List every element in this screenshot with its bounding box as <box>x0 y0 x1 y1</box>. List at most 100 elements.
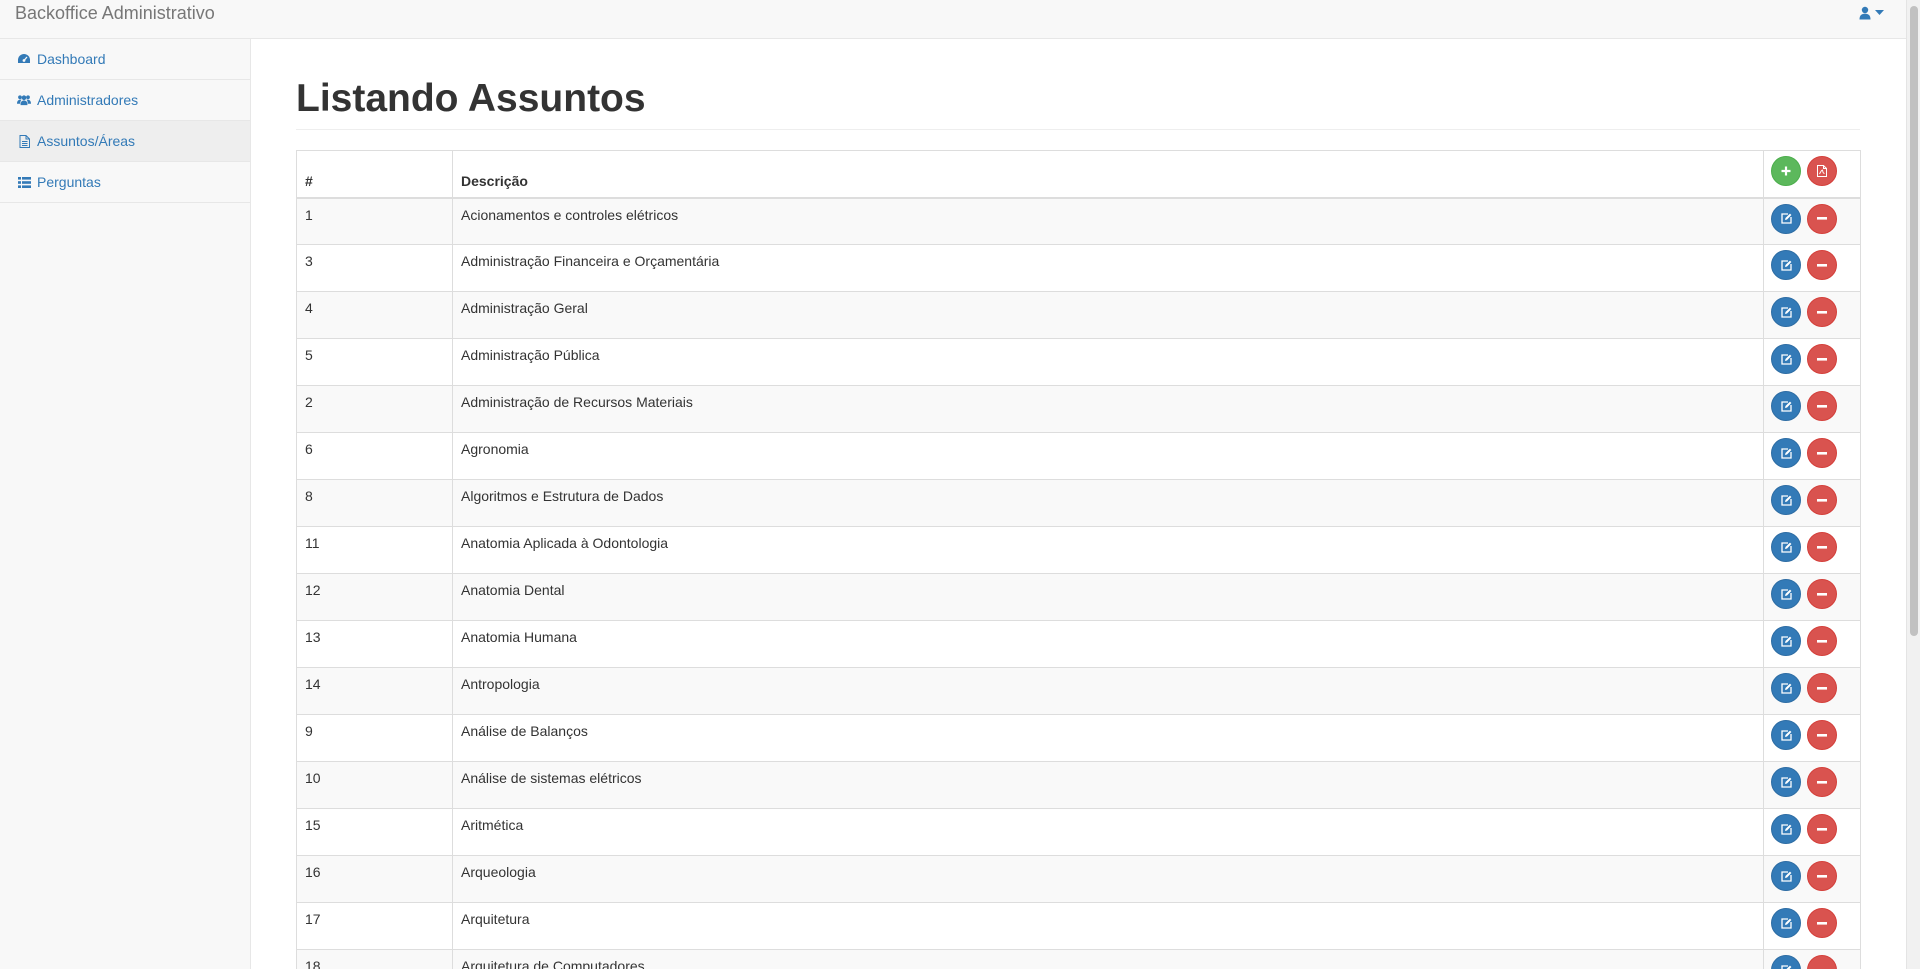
row-actions <box>1763 714 1861 762</box>
edit-button[interactable] <box>1771 720 1801 750</box>
delete-button[interactable] <box>1806 767 1837 797</box>
main-content: Listando Assuntos # Descrição 1 Acioname… <box>296 39 1861 969</box>
delete-button[interactable] <box>1806 579 1837 609</box>
top-navbar: Backoffice Administrativo <box>0 0 1906 39</box>
table-row: 14 Antropologia <box>296 667 1861 715</box>
sidebar: Dashboard Administradores Assuntos/Áreas… <box>0 39 251 969</box>
edit-button[interactable] <box>1771 438 1801 468</box>
delete-button[interactable] <box>1806 485 1837 515</box>
edit-button[interactable] <box>1771 250 1801 280</box>
delete-button[interactable] <box>1806 673 1837 703</box>
row-description: Anatomia Humana <box>452 620 1764 668</box>
edit-button[interactable] <box>1771 814 1801 844</box>
sidebar-item-label: Perguntas <box>37 174 101 190</box>
row-description: Administração de Recursos Materiais <box>452 385 1764 433</box>
row-description: Anatomia Dental <box>452 573 1764 621</box>
minus-icon <box>1816 592 1827 596</box>
sidebar-item-dashboard[interactable]: Dashboard <box>0 39 250 80</box>
edit-button[interactable] <box>1771 767 1801 797</box>
row-id: 15 <box>296 808 453 856</box>
column-header-descricao: Descrição <box>452 150 1764 199</box>
edit-icon <box>1780 588 1792 600</box>
row-actions <box>1763 902 1861 950</box>
subjects-table: # Descrição 1 Acionamentos e controles e… <box>296 150 1861 969</box>
row-actions <box>1763 808 1861 856</box>
delete-button[interactable] <box>1806 626 1837 656</box>
row-id: 14 <box>296 667 453 715</box>
delete-button[interactable] <box>1806 203 1837 234</box>
edit-icon <box>1780 917 1792 929</box>
minus-icon <box>1816 827 1827 831</box>
edit-button[interactable] <box>1771 344 1801 374</box>
delete-button[interactable] <box>1806 250 1837 280</box>
row-actions <box>1763 761 1861 809</box>
edit-button[interactable] <box>1771 626 1801 656</box>
delete-button[interactable] <box>1806 861 1837 891</box>
row-actions <box>1763 385 1861 433</box>
row-description: Algoritmos e Estrutura de Dados <box>452 479 1764 527</box>
dashboard-icon <box>17 52 31 66</box>
row-description: Arquitetura de Computadores <box>452 949 1764 969</box>
row-actions <box>1763 291 1861 339</box>
scrollbar-thumb[interactable] <box>1910 6 1918 636</box>
edit-icon <box>1780 823 1792 835</box>
row-id: 1 <box>296 197 453 245</box>
sidebar-item-perguntas[interactable]: Perguntas <box>0 162 250 203</box>
delete-button[interactable] <box>1806 720 1837 750</box>
edit-icon <box>1780 635 1792 647</box>
delete-button[interactable] <box>1806 955 1837 969</box>
row-id: 11 <box>296 526 453 574</box>
delete-button[interactable] <box>1806 814 1837 844</box>
user-menu[interactable] <box>1859 6 1884 20</box>
table-row: 6 Agronomia <box>296 432 1861 480</box>
edit-button[interactable] <box>1771 861 1801 891</box>
caret-down-icon <box>1875 10 1884 16</box>
row-id: 6 <box>296 432 453 480</box>
table-row: 15 Aritmética <box>296 808 1861 856</box>
table-body: 1 Acionamentos e controles elétricos 3 A… <box>296 197 1861 969</box>
row-description: Agronomia <box>452 432 1764 480</box>
table-row: 18 Arquitetura de Computadores <box>296 949 1861 969</box>
page-scrollbar[interactable] <box>1906 0 1920 969</box>
delete-button[interactable] <box>1806 908 1837 938</box>
edit-button[interactable] <box>1771 579 1801 609</box>
edit-icon <box>1780 776 1792 788</box>
sidebar-item-administradores[interactable]: Administradores <box>0 80 250 121</box>
edit-button[interactable] <box>1771 297 1801 327</box>
edit-icon <box>1780 964 1792 969</box>
edit-button[interactable] <box>1771 485 1801 515</box>
delete-button[interactable] <box>1806 438 1837 468</box>
row-id: 5 <box>296 338 453 386</box>
edit-button[interactable] <box>1771 532 1801 562</box>
row-id: 8 <box>296 479 453 527</box>
table-row: 1 Acionamentos e controles elétricos <box>296 197 1861 245</box>
edit-button[interactable] <box>1771 955 1801 969</box>
export-pdf-button[interactable] <box>1806 156 1837 186</box>
row-id: 3 <box>296 244 453 292</box>
delete-button[interactable] <box>1806 391 1837 421</box>
edit-button[interactable] <box>1771 203 1801 234</box>
table-header-row: # Descrição <box>296 150 1861 199</box>
row-description: Arquitetura <box>452 902 1764 950</box>
table-row: 8 Algoritmos e Estrutura de Dados <box>296 479 1861 527</box>
sidebar-item-assuntos[interactable]: Assuntos/Áreas <box>0 121 250 162</box>
edit-button[interactable] <box>1771 908 1801 938</box>
edit-icon <box>1780 494 1792 506</box>
delete-button[interactable] <box>1806 532 1837 562</box>
delete-button[interactable] <box>1806 297 1837 327</box>
edit-button[interactable] <box>1771 673 1801 703</box>
minus-icon <box>1816 545 1827 549</box>
row-description: Arqueologia <box>452 855 1764 903</box>
minus-icon <box>1816 498 1827 502</box>
row-actions <box>1763 432 1861 480</box>
minus-icon <box>1816 310 1827 314</box>
edit-button[interactable] <box>1771 391 1801 421</box>
minus-icon <box>1816 451 1827 455</box>
add-button[interactable] <box>1771 156 1801 186</box>
brand-title[interactable]: Backoffice Administrativo <box>15 3 215 23</box>
row-description: Anatomia Aplicada à Odontologia <box>452 526 1764 574</box>
row-id: 10 <box>296 761 453 809</box>
row-actions <box>1763 526 1861 574</box>
table-row: 16 Arqueologia <box>296 855 1861 903</box>
delete-button[interactable] <box>1806 344 1837 374</box>
